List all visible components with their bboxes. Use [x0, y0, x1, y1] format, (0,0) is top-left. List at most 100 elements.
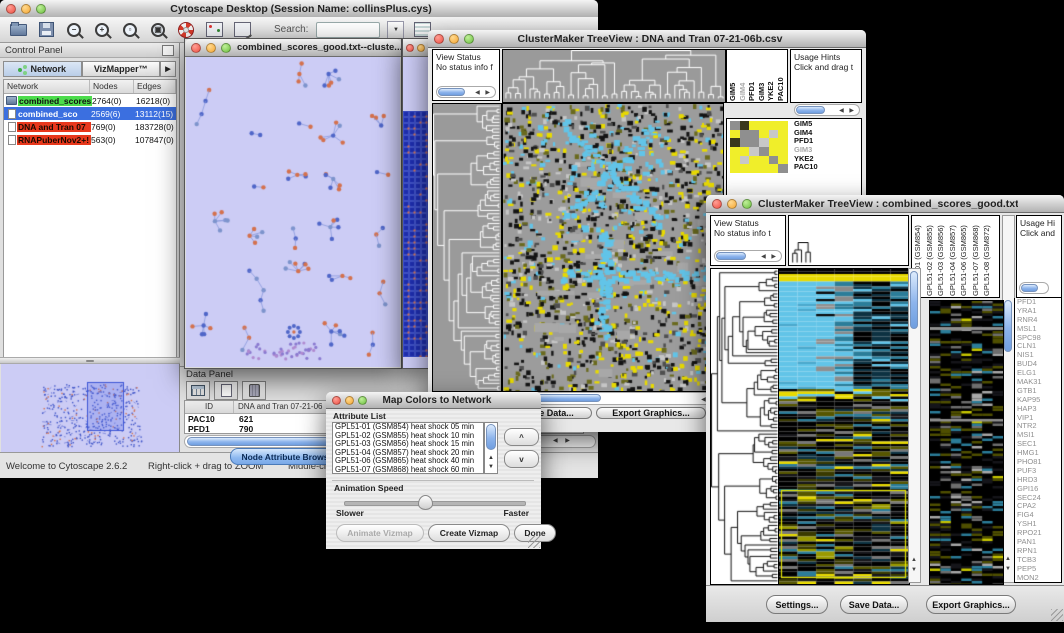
network-overview-button[interactable] — [204, 21, 224, 39]
move-up-button[interactable]: ^ — [504, 428, 539, 446]
save-button[interactable] — [36, 21, 56, 39]
tv2-heatmap[interactable] — [778, 268, 910, 585]
column-gene-label[interactable]: GIM5 — [728, 51, 738, 101]
column-sample-label[interactable]: GPL51-03 (GSM856) — [936, 217, 948, 296]
scroll-up-arrow[interactable]: ▲ — [488, 455, 494, 462]
tv2-row-dendrogram[interactable] — [710, 268, 780, 585]
tab-network[interactable]: Network — [3, 61, 82, 77]
tv1-zoom-heatmap[interactable] — [730, 121, 788, 173]
zoom-heatmap-cell[interactable] — [740, 147, 750, 156]
zoom-heatmap-cell[interactable] — [759, 130, 769, 139]
column-sample-label[interactable]: GPL51-07 (GSM868) — [971, 217, 983, 296]
zoom-heatmap-cell[interactable] — [778, 130, 788, 139]
select-attributes-button[interactable] — [186, 381, 210, 400]
column-sample-label[interactable]: GPL51-06 (GSM865) — [959, 217, 971, 296]
minimize-button[interactable] — [21, 4, 31, 14]
tv2-secondary-heatmap[interactable] — [929, 300, 1004, 585]
float-panel-button[interactable] — [162, 45, 174, 56]
panel-splitter[interactable] — [0, 357, 180, 364]
zoom-heatmap-cell[interactable] — [740, 164, 750, 173]
zoom-heatmap-cell[interactable] — [749, 147, 759, 156]
tv2-heatmap-vscroll[interactable]: ▲ ▼ — [908, 268, 921, 583]
scrollbar-thumb[interactable] — [1004, 300, 1012, 352]
treeview-combined-titlebar[interactable]: ClusterMaker TreeView : combined_scores_… — [706, 195, 1064, 213]
create-attribute-button[interactable] — [214, 381, 238, 400]
close-button[interactable] — [406, 44, 414, 52]
zoom-heatmap-cell[interactable] — [759, 138, 769, 147]
minimize-button[interactable] — [206, 43, 216, 53]
zoom-button[interactable] — [742, 199, 752, 209]
close-button[interactable] — [434, 34, 444, 44]
scrollbar-thumb[interactable] — [796, 106, 825, 114]
column-gene-label[interactable]: GIM3 — [757, 51, 767, 101]
zoom-heatmap-cell[interactable] — [740, 130, 750, 139]
network-view-titlebar[interactable]: combined_scores_good.txt--cluste... — [185, 39, 401, 57]
create-vizmap-button[interactable]: Create Vizmap — [428, 524, 510, 542]
zoom-button[interactable] — [358, 396, 367, 405]
zoom-heatmap-cell[interactable] — [778, 164, 788, 173]
zoom-heatmap-cell[interactable] — [778, 138, 788, 147]
scroll-down-arrow[interactable]: ▼ — [1005, 566, 1011, 573]
column-gene-label[interactable]: YKE2 — [766, 51, 776, 101]
zoom-heatmap-cell[interactable] — [749, 138, 759, 147]
map-dialog-titlebar[interactable]: Map Colors to Network — [326, 392, 541, 409]
tv1-heatmap[interactable] — [502, 103, 724, 392]
column-gene-label[interactable]: GIM4 — [738, 51, 748, 101]
resize-grip[interactable] — [528, 536, 540, 548]
zoom-selected-button[interactable]: ▫ — [120, 21, 140, 39]
scroll-down-arrow[interactable]: ▼ — [488, 464, 494, 471]
column-gene-label[interactable]: PFD1 — [747, 51, 757, 101]
close-button[interactable] — [191, 43, 201, 53]
tab-vizmapper[interactable]: VizMapper™ — [82, 61, 161, 77]
column-gene-label[interactable]: PAC10 — [776, 51, 786, 101]
zoom-heatmap-cell[interactable] — [769, 138, 779, 147]
search-dropdown-button[interactable]: ▼ — [387, 21, 404, 39]
matrix-view-titlebar[interactable] — [403, 39, 429, 57]
scrollbar-thumb[interactable] — [1021, 284, 1038, 292]
gene-label[interactable]: MON2 — [1017, 574, 1061, 583]
column-nodes[interactable]: Nodes — [90, 80, 134, 93]
minimize-button[interactable] — [417, 44, 425, 52]
tv1-labels-scrollbar[interactable]: ◀ ▶ — [794, 104, 860, 116]
tv1-column-dendrogram[interactable] — [502, 49, 726, 103]
zoom-heatmap-cell[interactable] — [759, 147, 769, 156]
row-gene-label[interactable]: PAC10 — [794, 163, 818, 172]
scrollbar-arrows[interactable]: ◀ ▶ — [761, 253, 778, 260]
move-down-button[interactable]: v — [504, 450, 539, 468]
zoom-button[interactable] — [464, 34, 474, 44]
tv2-column-dendrogram-panel[interactable] — [788, 215, 909, 266]
scroll-up-arrow[interactable]: ▲ — [1005, 556, 1011, 563]
network-list-row[interactable]: combined_scores 2764(0) 16218(0) — [4, 94, 176, 107]
zoom-heatmap-cell[interactable] — [778, 121, 788, 130]
tv2-export-graphics-button[interactable]: Export Graphics... — [926, 595, 1016, 614]
zoom-heatmap-cell[interactable] — [759, 156, 769, 165]
zoom-heatmap-cell[interactable] — [730, 156, 740, 165]
delete-attribute-button[interactable] — [242, 381, 266, 400]
zoom-heatmap-cell[interactable] — [740, 156, 750, 165]
tv2-status-scrollbar[interactable]: ◀ ▶ — [714, 250, 782, 262]
zoom-heatmap-cell[interactable] — [769, 164, 779, 173]
zoom-heatmap-cell[interactable] — [769, 130, 779, 139]
zoom-heatmap-cell[interactable] — [730, 164, 740, 173]
help-button[interactable] — [176, 21, 196, 39]
node-attribute-browser-button[interactable]: Node Attribute Brows — [230, 448, 340, 465]
tv1-row-dendrogram[interactable] — [432, 103, 502, 392]
close-button[interactable] — [332, 396, 341, 405]
zoom-heatmap-cell[interactable] — [730, 130, 740, 139]
column-edges[interactable]: Edges — [134, 80, 176, 93]
treeview-dna-titlebar[interactable]: ClusterMaker TreeView : DNA and Tran 07-… — [428, 30, 866, 48]
zoom-heatmap-cell[interactable] — [740, 121, 750, 130]
slider-thumb[interactable] — [418, 495, 433, 510]
zoom-in-button[interactable]: + — [92, 21, 112, 39]
scrollbar-thumb[interactable] — [716, 252, 746, 260]
zoom-heatmap-cell[interactable] — [759, 164, 769, 173]
scrollbar-thumb[interactable] — [438, 88, 465, 96]
column-sample-label[interactable]: GPL51-08 (GSM872) — [982, 217, 994, 296]
zoom-heatmap-cell[interactable] — [730, 138, 740, 147]
zoom-heatmap-cell[interactable] — [769, 147, 779, 156]
network-list-row[interactable]: RNAPuberNov2+! 563(0) 107847(0) — [4, 133, 176, 146]
minimize-button[interactable] — [449, 34, 459, 44]
zoom-heatmap-cell[interactable] — [730, 147, 740, 156]
zoom-out-button[interactable]: − — [64, 21, 84, 39]
zoom-button[interactable] — [221, 43, 231, 53]
